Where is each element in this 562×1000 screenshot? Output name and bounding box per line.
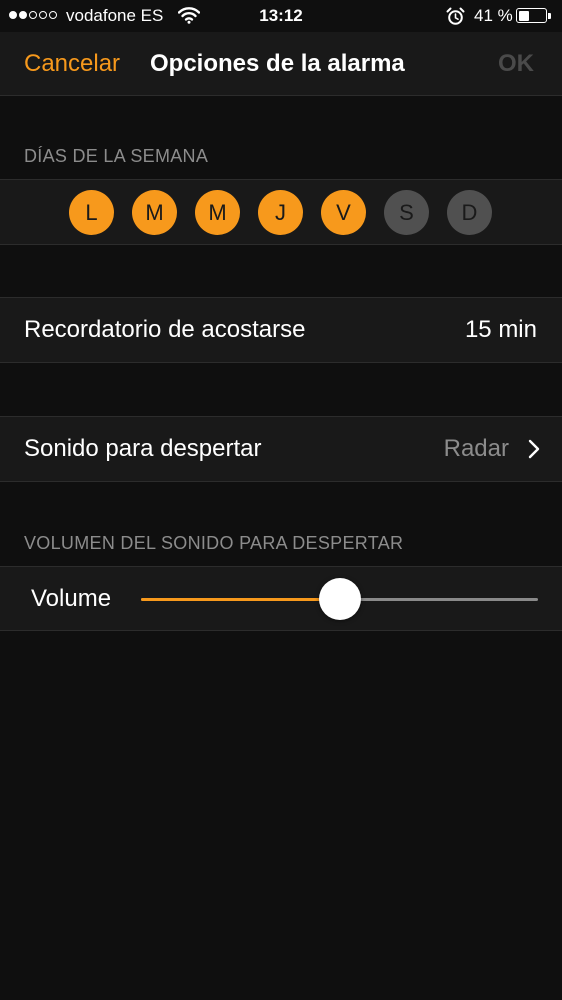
day-toggle[interactable]: M (195, 190, 240, 235)
wake-sound-label: Sonido para despertar (24, 435, 262, 462)
wake-sound-row[interactable]: Sonido para despertar Radar (0, 416, 562, 482)
day-toggle[interactable]: J (258, 190, 303, 235)
chevron-right-icon (528, 439, 540, 464)
alarm-clock-icon (446, 7, 465, 31)
days-section-header: DÍAS DE LA SEMANA (24, 146, 209, 166)
wake-sound-value: Radar (443, 435, 509, 462)
volume-section-header: VOLUMEN DEL SONIDO PARA DESPERTAR (24, 533, 404, 553)
days-cell: LMMJVSD (0, 179, 562, 245)
day-toggle[interactable]: V (321, 190, 366, 235)
volume-slider[interactable] (141, 567, 538, 631)
volume-cell: Volume (0, 566, 562, 631)
battery-tip (548, 13, 551, 19)
bedtime-reminder-value: 15 min (464, 316, 537, 343)
slider-fill (141, 598, 340, 601)
day-toggle[interactable]: M (132, 190, 177, 235)
day-toggle[interactable]: S (384, 190, 429, 235)
status-bar: vodafone ES 13:12 41 % (0, 0, 562, 32)
slider-thumb[interactable] (318, 578, 361, 620)
battery-icon (516, 8, 547, 23)
ok-button[interactable]: OK (498, 50, 534, 78)
page-title: Opciones de la alarma (150, 50, 405, 77)
battery-level-fill (518, 10, 529, 21)
bedtime-reminder-row[interactable]: Recordatorio de acostarse 15 min (0, 297, 562, 363)
navigation-bar: Cancelar Opciones de la alarma OK (0, 32, 562, 96)
day-toggle[interactable]: D (447, 190, 492, 235)
battery-percentage: 41 % (474, 6, 513, 25)
cancel-button[interactable]: Cancelar (24, 50, 120, 78)
day-selector: LMMJVSD (69, 190, 492, 235)
volume-label: Volume (31, 585, 112, 612)
bedtime-reminder-label: Recordatorio de acostarse (24, 316, 306, 343)
day-toggle[interactable]: L (69, 190, 114, 235)
